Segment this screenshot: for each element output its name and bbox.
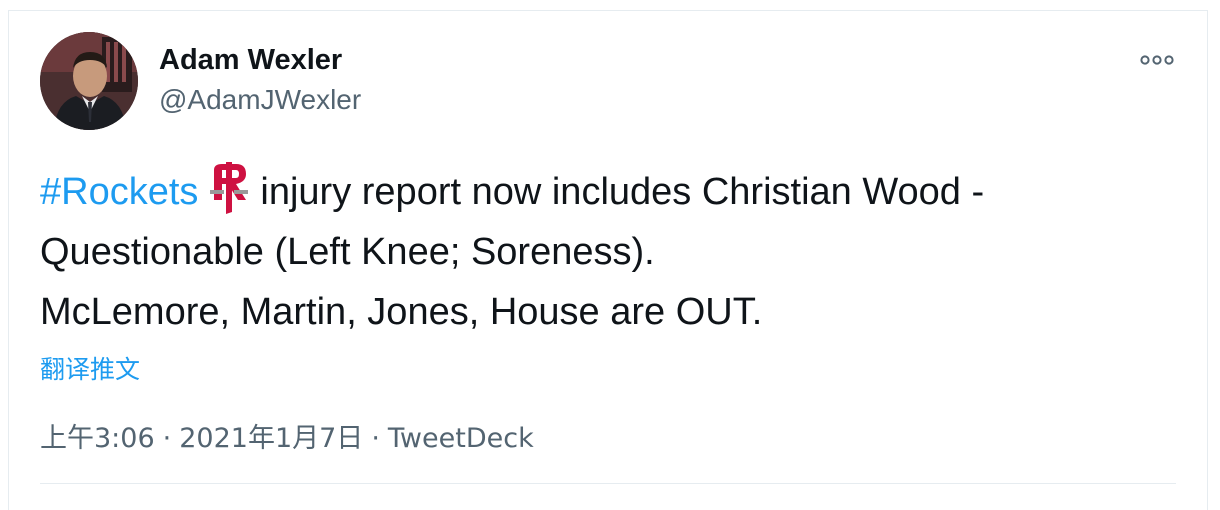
more-options-icon [1140,55,1174,65]
divider [40,483,1176,484]
avatar[interactable] [40,32,138,130]
more-options-button[interactable] [1138,48,1176,72]
tweet-source[interactable]: TweetDeck [388,423,534,454]
tweet-line-1: #Rockets injury report now includes Chri… [40,160,1190,222]
tweet-line-2: Questionable (Left Knee; Soreness). [40,231,655,273]
tweet-time[interactable]: 上午3:06 [40,423,155,454]
tweet-line-1-text: injury report now includes Christian Woo… [260,171,985,213]
tweet-date[interactable]: 2021年1月7日 [179,423,363,454]
author-name[interactable]: Adam Wexler [159,44,342,77]
hashtag-link[interactable]: #Rockets [40,171,198,213]
tweet-meta: 上午3:06 · 2021年1月7日 · TweetDeck [40,416,534,455]
meta-separator: · [162,423,172,454]
tweet-text: #Rockets injury report now includes Chri… [40,160,1190,342]
houston-rockets-logo-icon [206,160,252,216]
tweet-line-3: McLemore, Martin, Jones, House are OUT. [40,291,763,333]
translate-tweet-link[interactable]: 翻译推文 [40,350,140,386]
author-handle[interactable]: @AdamJWexler [159,84,361,116]
meta-separator-2: · [371,423,380,454]
